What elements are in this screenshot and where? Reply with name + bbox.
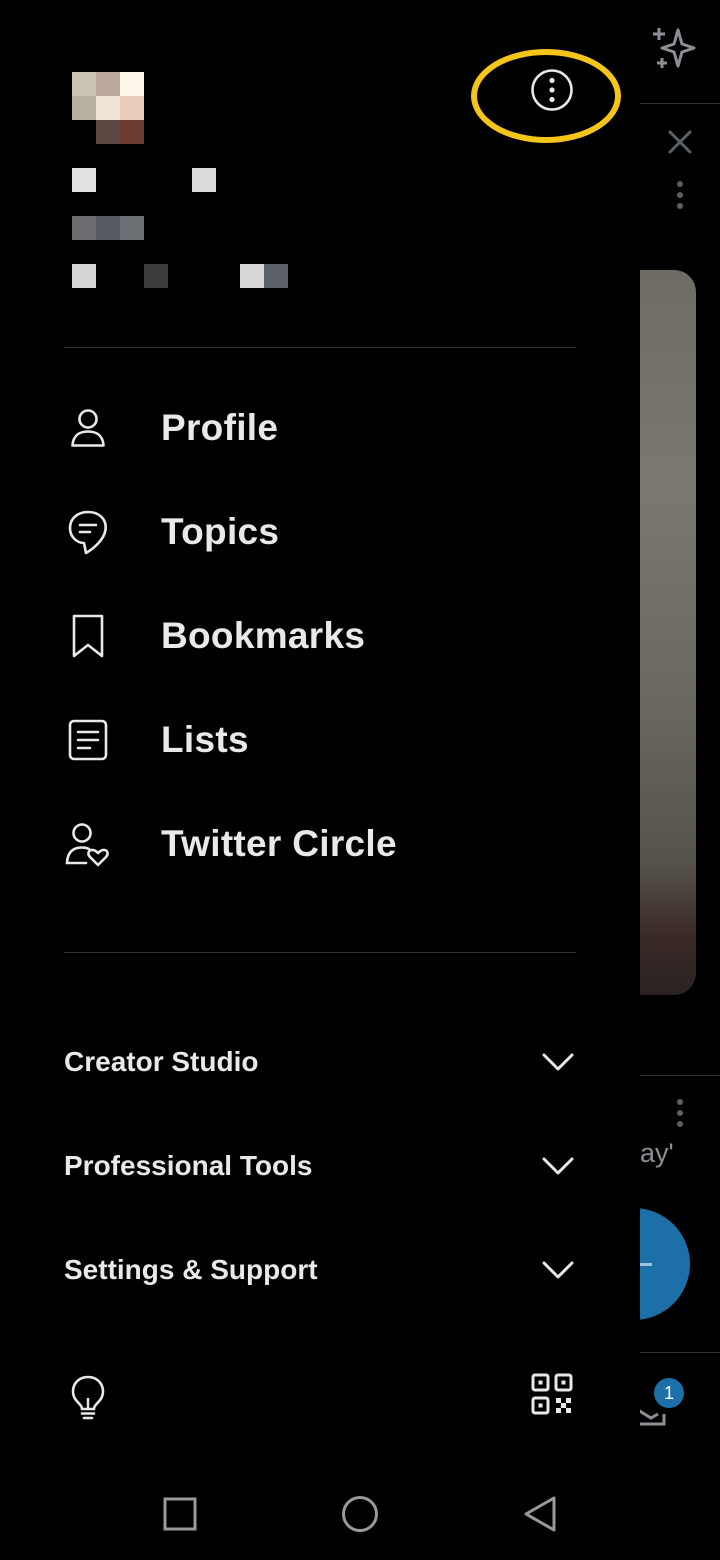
drawer-divider	[64, 347, 576, 348]
nav-item-label: Profile	[161, 407, 279, 448]
chevron-down-icon	[542, 1053, 574, 1071]
topics-icon	[64, 508, 112, 556]
navigation-drawer: Profile Topics Bookmarks Lists Twitter C…	[0, 0, 640, 1470]
lightbulb-icon[interactable]	[66, 1374, 110, 1420]
chevron-down-icon	[542, 1157, 574, 1175]
sparkle-icon[interactable]	[648, 24, 700, 76]
back-icon[interactable]	[518, 1492, 562, 1536]
messages-badge: 1	[654, 1378, 684, 1408]
recents-icon[interactable]	[158, 1492, 202, 1536]
section-label: Creator Studio	[64, 1046, 259, 1077]
section-professional-tools[interactable]: Professional Tools	[64, 1134, 576, 1198]
person-icon	[64, 404, 112, 452]
section-settings-support[interactable]: Settings & Support	[64, 1238, 576, 1302]
nav-item-label: Bookmarks	[161, 615, 366, 656]
nav-item-profile[interactable]: Profile	[64, 388, 584, 468]
post-more-icon[interactable]	[675, 1098, 685, 1128]
nav-item-topics[interactable]: Topics	[64, 492, 584, 572]
post-more-icon[interactable]	[675, 180, 685, 210]
background-feed: ay' 1	[640, 0, 720, 1470]
nav-item-bookmarks[interactable]: Bookmarks	[64, 596, 584, 676]
nav-item-label: Twitter Circle	[161, 823, 397, 864]
post-text-snippet: ay'	[640, 1138, 674, 1168]
bookmark-icon	[64, 612, 112, 660]
close-icon[interactable]	[666, 128, 694, 156]
tabbar-divider	[640, 1352, 720, 1353]
section-creator-studio[interactable]: Creator Studio	[64, 1030, 576, 1094]
section-label: Settings & Support	[64, 1254, 318, 1285]
feed-divider	[640, 103, 720, 104]
nav-item-lists[interactable]: Lists	[64, 700, 584, 780]
chevron-down-icon	[542, 1261, 574, 1279]
feed-divider	[640, 1075, 720, 1076]
system-navigation-bar	[0, 1470, 720, 1560]
home-icon[interactable]	[338, 1492, 382, 1536]
drawer-divider	[64, 952, 576, 953]
nav-item-label: Lists	[161, 719, 249, 760]
avatar[interactable]	[72, 72, 144, 144]
circle-icon	[64, 820, 112, 868]
more-options-icon[interactable]	[530, 68, 574, 112]
compose-plus-icon	[640, 1263, 652, 1266]
lists-icon	[64, 716, 112, 764]
qr-code-icon[interactable]	[530, 1372, 574, 1416]
section-label: Professional Tools	[64, 1150, 313, 1181]
post-media-image[interactable]	[640, 270, 696, 995]
nav-item-label: Topics	[161, 511, 280, 552]
nav-item-twitter-circle[interactable]: Twitter Circle	[64, 804, 584, 884]
